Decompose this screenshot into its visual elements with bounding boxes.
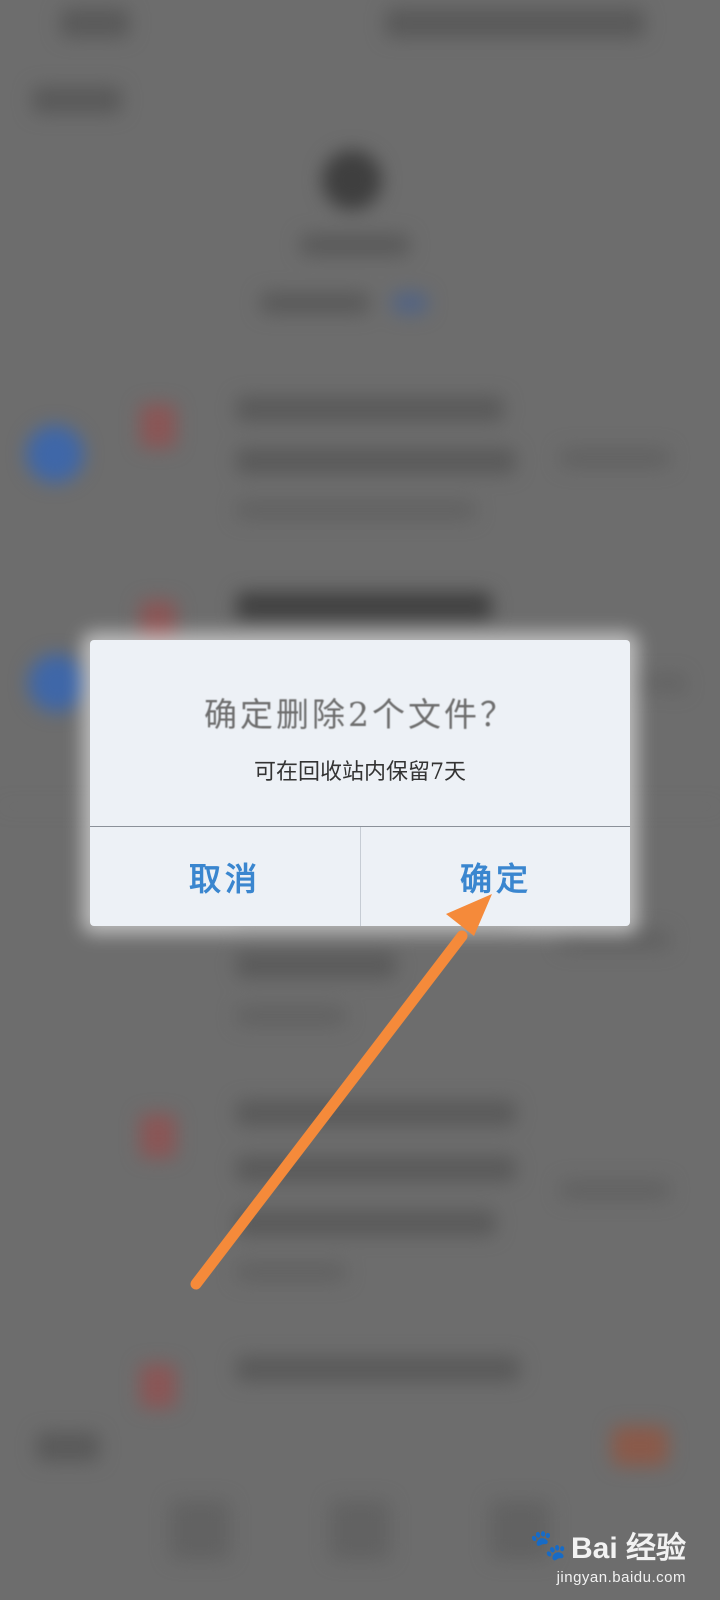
toolbar-icon [330, 1500, 390, 1560]
bottom-bar-badge [612, 1426, 668, 1466]
screen: 6MB 确定删除2个文件？ 可在回收站内保留7天 取消 确定 🐾 Bai 经验 … [0, 0, 720, 1600]
path-block [260, 292, 370, 314]
dialog-title: 确定删除2个文件？ [204, 695, 516, 734]
file-icon [140, 600, 176, 644]
file-name-block [236, 952, 396, 978]
toolbar-icon [170, 1500, 230, 1560]
file-date-block [236, 1262, 346, 1282]
watermark-url: jingyan.baidu.com [556, 1569, 686, 1586]
file-size-block [560, 930, 670, 950]
status-bar-block [60, 8, 130, 38]
file-date-block [236, 1006, 346, 1026]
file-name-block [236, 1100, 516, 1126]
file-icon [140, 1114, 176, 1158]
file-name-block [236, 1356, 520, 1382]
paw-icon: 🐾 [529, 1528, 567, 1562]
file-icon [140, 1364, 176, 1408]
file-name-block [236, 592, 492, 620]
folder-icon [322, 150, 382, 210]
back-area [32, 86, 122, 114]
delete-confirm-dialog: 确定删除2个文件？ 可在回收站内保留7天 取消 确定 [90, 640, 630, 926]
folder-name-block [300, 234, 410, 256]
cancel-button[interactable]: 取消 [90, 827, 360, 926]
file-name-block [236, 448, 516, 474]
checkbox-checked-icon [28, 654, 86, 712]
status-bar-block [385, 8, 645, 38]
path-button-block [392, 292, 428, 314]
file-date-block [236, 500, 476, 520]
file-name-block [236, 396, 504, 422]
watermark-logo: 🐾 Bai 经验 [530, 1523, 686, 1567]
dialog-message: 可在回收站内保留7天 [254, 760, 466, 785]
file-size-fragment: 6MB [630, 670, 687, 700]
baidu-jingyan-watermark: 🐾 Bai 经验 jingyan.baidu.com [530, 1523, 686, 1587]
checkbox-checked-icon [26, 425, 84, 483]
file-size-block [560, 1180, 670, 1200]
watermark-brand: Bai 经验 [570, 1532, 686, 1565]
bottom-bar-block [36, 1432, 100, 1462]
file-size-block [560, 448, 670, 468]
confirm-button[interactable]: 确定 [361, 827, 631, 926]
file-name-block [236, 1156, 516, 1182]
file-icon [140, 404, 176, 448]
file-name-block [236, 1210, 496, 1236]
